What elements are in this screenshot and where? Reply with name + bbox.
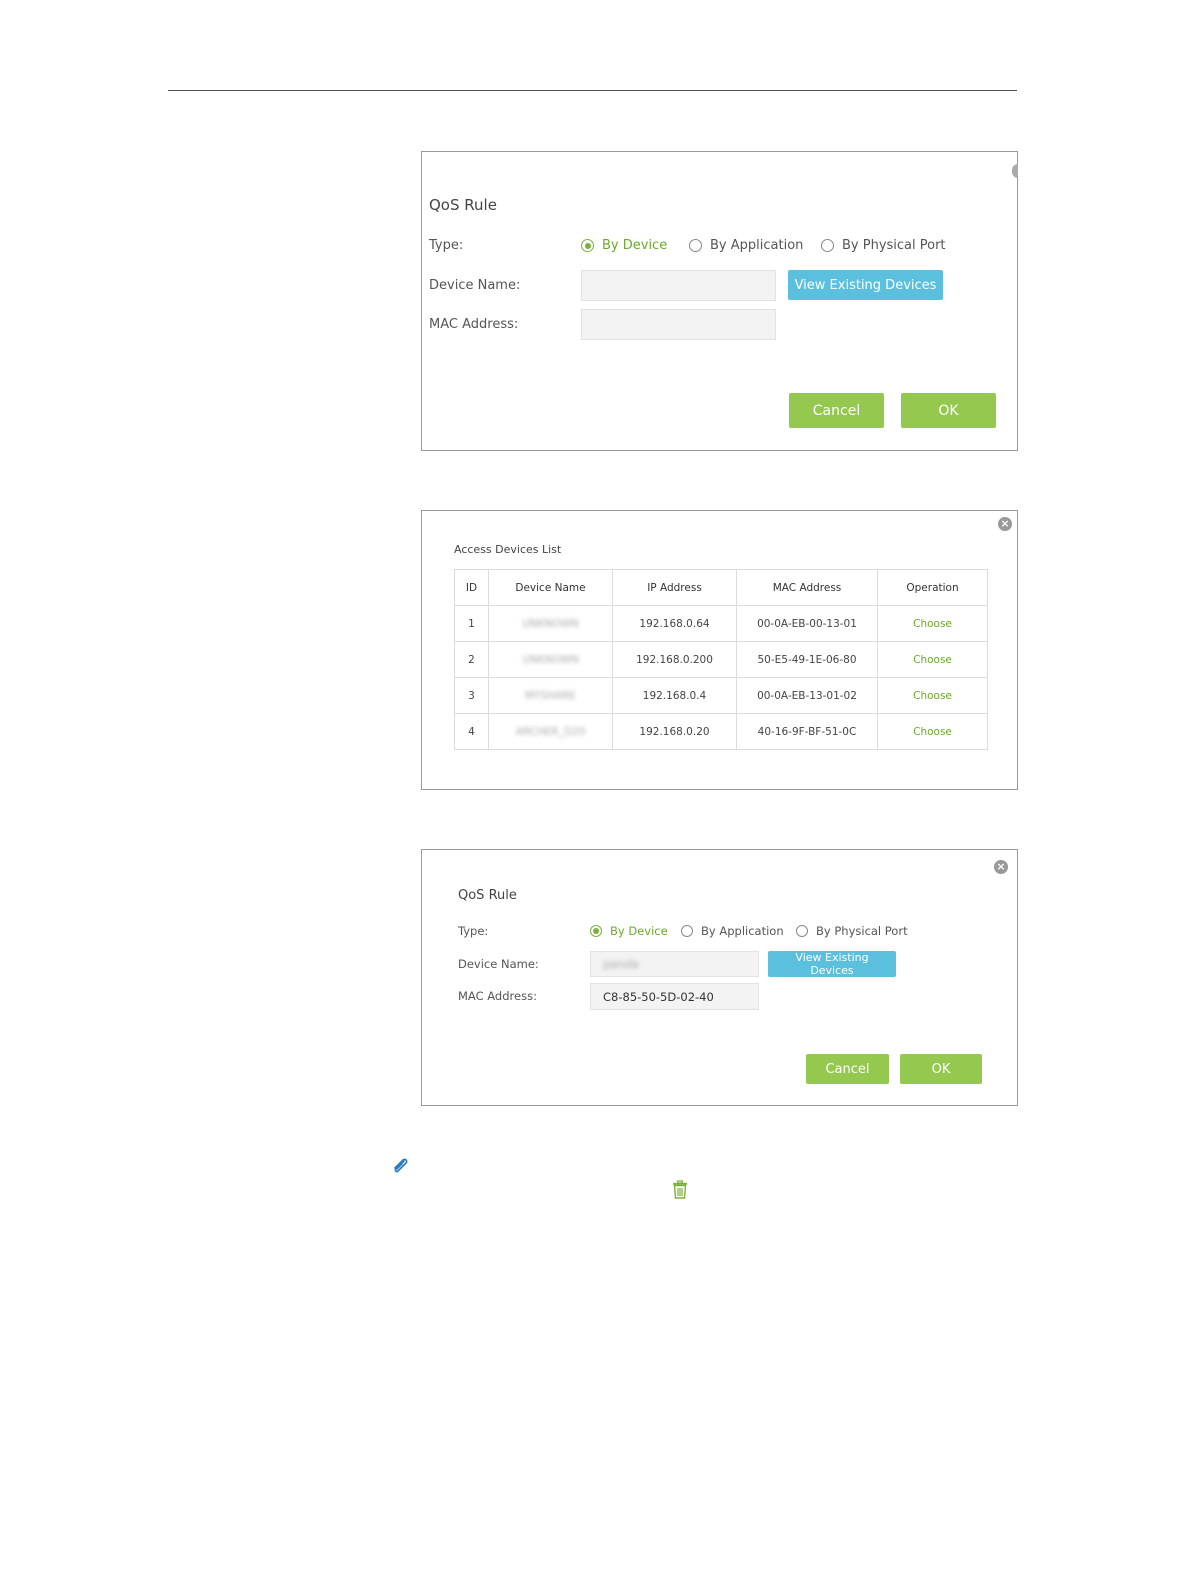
header-rule: [168, 90, 1017, 91]
ok-button[interactable]: OK: [900, 1054, 982, 1084]
table-row: 1 UNKNOWN 192.168.0.64 00-0A-EB-00-13-01…: [454, 605, 988, 642]
devices-table: ID Device Name IP Address MAC Address Op…: [454, 569, 988, 750]
view-existing-devices-button[interactable]: View Existing Devices: [788, 270, 943, 300]
cell-ip: 192.168.0.4: [612, 677, 737, 714]
radio-label: By Application: [710, 238, 804, 253]
radio-by-device[interactable]: By Device: [590, 924, 668, 938]
radio-by-physical-port[interactable]: By Physical Port: [796, 924, 908, 938]
cell-ip: 192.168.0.20: [612, 713, 737, 750]
cell-device-name: ARCHER_D20: [488, 713, 613, 750]
cell-ip: 192.168.0.64: [612, 605, 737, 642]
table-header-row: ID Device Name IP Address MAC Address Op…: [454, 569, 988, 606]
radio-empty-icon: [796, 925, 808, 937]
radio-selected-icon: [581, 239, 594, 252]
cell-device-name: MYSHARE: [488, 677, 613, 714]
blurred-device-name: ARCHER_D20: [515, 725, 586, 738]
radio-label: By Physical Port: [842, 238, 946, 253]
close-icon[interactable]: ×: [994, 860, 1008, 874]
type-label: Type:: [458, 924, 489, 938]
type-label: Type:: [429, 238, 464, 253]
table-row: 2 UNKNOWN 192.168.0.200 50-E5-49-1E-06-8…: [454, 641, 988, 678]
cell-id: 2: [454, 641, 489, 678]
table-row: 3 MYSHARE 192.168.0.4 00-0A-EB-13-01-02 …: [454, 677, 988, 714]
mac-address-input[interactable]: [590, 983, 759, 1010]
radio-by-physical-port[interactable]: By Physical Port: [821, 238, 946, 253]
choose-link[interactable]: Choose: [877, 677, 988, 714]
radio-by-application[interactable]: By Application: [681, 924, 784, 938]
cancel-button[interactable]: Cancel: [806, 1054, 889, 1084]
cell-id: 1: [454, 605, 489, 642]
view-existing-devices-button[interactable]: View Existing Devices: [768, 951, 896, 977]
radio-label: By Device: [602, 238, 668, 253]
radio-empty-icon: [681, 925, 693, 937]
radio-selected-icon: [590, 925, 602, 937]
choose-link[interactable]: Choose: [877, 713, 988, 750]
device-name-label: Device Name:: [429, 278, 521, 293]
column-header-id: ID: [454, 569, 489, 606]
choose-link[interactable]: Choose: [877, 605, 988, 642]
table-row: 4 ARCHER_D20 192.168.0.20 40-16-9F-BF-51…: [454, 713, 988, 750]
device-name-input[interactable]: panda: [590, 951, 759, 977]
column-header-operation: Operation: [877, 569, 988, 606]
radio-label: By Application: [701, 924, 784, 938]
radio-label: By Physical Port: [816, 924, 908, 938]
device-name-input[interactable]: [581, 270, 776, 301]
radio-label: By Device: [610, 924, 668, 938]
column-header-ip-address: IP Address: [612, 569, 737, 606]
radio-by-device[interactable]: By Device: [581, 238, 667, 253]
close-icon[interactable]: ×: [998, 517, 1012, 531]
column-header-device-name: Device Name: [488, 569, 613, 606]
blurred-device-name: UNKNOWN: [522, 653, 579, 666]
cell-mac: 40-16-9F-BF-51-0C: [736, 713, 878, 750]
cell-mac: 00-0A-EB-00-13-01: [736, 605, 878, 642]
cell-ip: 192.168.0.200: [612, 641, 737, 678]
blurred-device-name: UNKNOWN: [522, 617, 579, 630]
cell-id: 3: [454, 677, 489, 714]
mac-address-label: MAC Address:: [458, 989, 537, 1003]
cell-id: 4: [454, 713, 489, 750]
dialog-title: QoS Rule: [458, 888, 517, 903]
cell-device-name: UNKNOWN: [488, 641, 613, 678]
radio-empty-icon: [689, 239, 702, 252]
dialog-edge-handle: [1012, 164, 1018, 178]
qos-rule-dialog-filled: × QoS Rule Type: By Device By Applicatio…: [421, 849, 1018, 1106]
qos-rule-dialog-empty: QoS Rule Type: By Device By Application …: [421, 151, 1018, 451]
trash-icon: [670, 1180, 690, 1200]
column-header-mac-address: MAC Address: [736, 569, 878, 606]
mac-address-label: MAC Address:: [429, 317, 519, 332]
cell-mac: 00-0A-EB-13-01-02: [736, 677, 878, 714]
mac-address-input[interactable]: [581, 309, 776, 340]
radio-by-application[interactable]: By Application: [689, 238, 803, 253]
device-name-label: Device Name:: [458, 957, 539, 971]
choose-link[interactable]: Choose: [877, 641, 988, 678]
blurred-device-name: MYSHARE: [524, 689, 577, 702]
cell-device-name: UNKNOWN: [488, 605, 613, 642]
ok-button[interactable]: OK: [901, 393, 996, 428]
blurred-device-name: panda: [603, 957, 639, 971]
paperclip-icon: [391, 1158, 409, 1174]
access-devices-dialog: × Access Devices List ID Device Name IP …: [421, 510, 1018, 790]
radio-empty-icon: [821, 239, 834, 252]
cancel-button[interactable]: Cancel: [789, 393, 884, 428]
dialog-title: QoS Rule: [429, 196, 497, 214]
dialog-title: Access Devices List: [454, 543, 562, 556]
cell-mac: 50-E5-49-1E-06-80: [736, 641, 878, 678]
